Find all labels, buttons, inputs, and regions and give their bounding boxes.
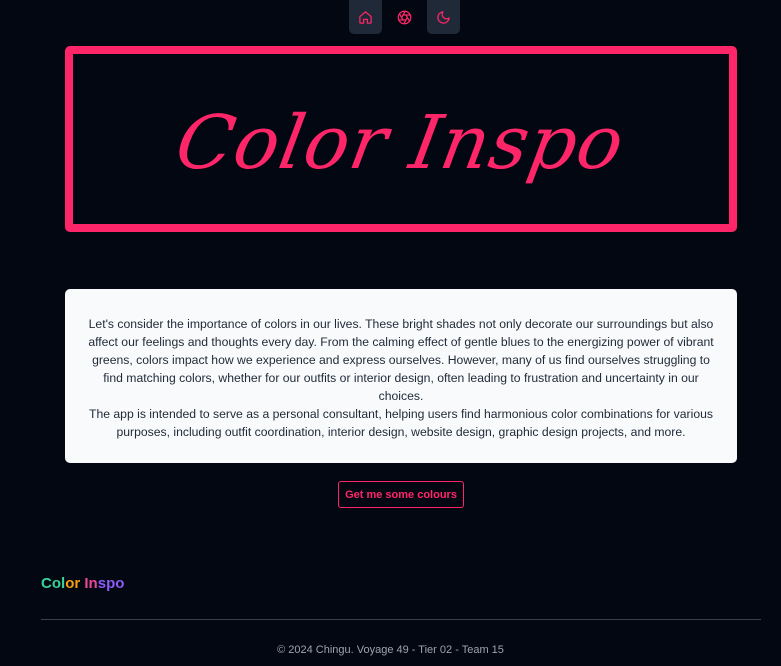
aperture-icon — [397, 10, 412, 24]
palette-generator-button[interactable] — [388, 0, 421, 34]
hero-frame: Color Inspo — [73, 54, 729, 224]
hero-banner: Color Inspo — [65, 46, 737, 232]
footer-copyright: © 2024 Chingu. Voyage 49 - Tier 02 - Tea… — [277, 644, 504, 656]
moon-icon — [437, 10, 450, 24]
top-nav — [349, 0, 460, 34]
footer-brand: Color Inspo — [41, 575, 124, 592]
page: Color Inspo Let's consider the importanc… — [0, 0, 781, 666]
footer-brand-letter: s — [97, 575, 107, 592]
home-button[interactable] — [349, 0, 382, 34]
footer-brand-letter: o — [65, 575, 75, 592]
intro-paragraph-2: The app is intended to serve as a person… — [89, 407, 713, 439]
footer-brand-letter: o — [115, 575, 125, 592]
footer-brand-letter: o — [51, 575, 62, 592]
get-colours-button[interactable]: Get me some colours — [338, 481, 464, 508]
footer-divider — [41, 619, 761, 620]
theme-toggle-button[interactable] — [427, 0, 460, 34]
home-icon — [359, 10, 372, 24]
intro-card: Let's consider the importance of colors … — [65, 289, 737, 463]
footer-brand-letter: C — [41, 575, 52, 592]
footer-brand-letter: p — [106, 575, 116, 592]
footer-brand-letter: n — [88, 575, 98, 592]
intro-paragraph-1: Let's consider the importance of colors … — [88, 317, 714, 403]
hero-title: Color Inspo — [169, 100, 631, 186]
